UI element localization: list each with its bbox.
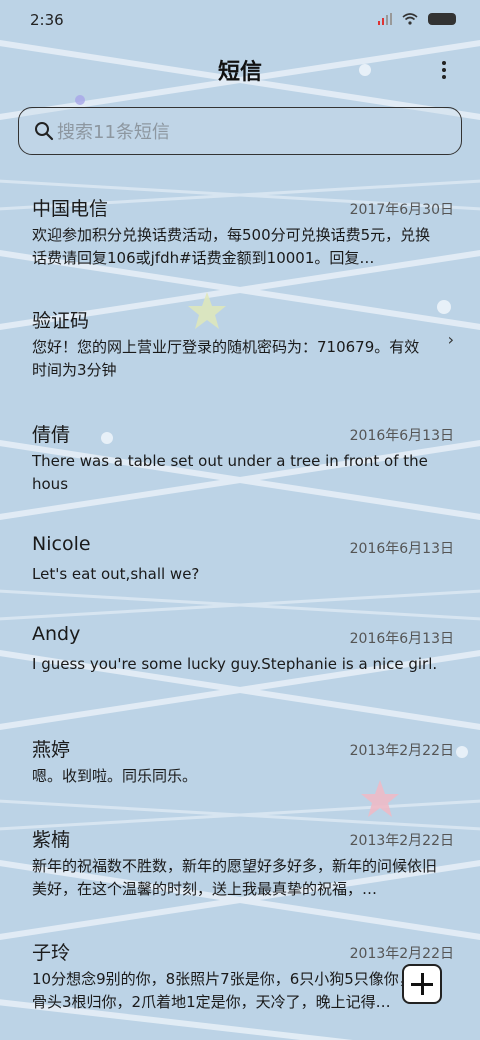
message-date: 2016年6月13日 [349, 631, 454, 647]
new-message-button[interactable] [402, 964, 442, 1004]
message-date: 2013年2月22日 [349, 833, 454, 849]
search-icon [35, 122, 54, 141]
status-bar: 2:36 [0, 0, 480, 40]
sender-name: Nicole [32, 533, 91, 555]
message-preview: 嗯。收到啦。同乐同乐。 [32, 767, 198, 785]
message-preview: 欢迎参加积分兑换话费活动，每500分可兑换话费5元，兑换话费请回复106或jfd… [32, 226, 431, 267]
signal-icon [378, 13, 392, 25]
message-preview: Let's eat out,shall we? [32, 565, 200, 583]
sender-name: 紫楠 [32, 829, 71, 851]
search-bar[interactable] [18, 107, 462, 155]
message-row[interactable]: 紫楠 2013年2月22日 新年的祝福数不胜数，新年的愿望好多好多，新年的问候依… [0, 811, 480, 921]
message-preview: There was a table set out under a tree i… [32, 452, 428, 493]
plus-icon-vertical [421, 973, 424, 995]
sender-name: 倩倩 [32, 424, 71, 446]
sender-name: 验证码 [32, 310, 90, 332]
message-row[interactable]: Nicole 2016年6月13日 Let's eat out,shall we… [0, 519, 480, 609]
wifi-icon [402, 13, 418, 25]
message-row[interactable]: 中国电信 2017年6月30日 欢迎参加积分兑换话费活动，每500分可兑换话费5… [0, 180, 480, 290]
message-preview: 新年的祝福数不胜数，新年的愿望好多好多，新年的问候依旧美好，在这个温馨的时刻，送… [32, 857, 438, 898]
message-preview: I guess you're some lucky guy.Stephanie … [32, 655, 438, 673]
message-row[interactable]: 倩倩 2016年6月13日 There was a table set out … [0, 406, 480, 516]
more-options-icon[interactable] [438, 58, 450, 82]
status-time: 2:36 [30, 11, 64, 29]
message-row[interactable]: 燕婷 2013年2月22日 嗯。收到啦。同乐同乐。 [0, 721, 480, 811]
chevron-right-icon: › [447, 330, 454, 349]
title-bar: 短信 [0, 50, 480, 90]
sender-name: Andy [32, 623, 81, 645]
battery-icon [428, 13, 456, 25]
message-row[interactable]: 验证码 您好！您的网上营业厅登录的随机密码为：710679。有效时间为3分钟 › [0, 292, 480, 402]
message-preview: 您好！您的网上营业厅登录的随机密码为：710679。有效时间为3分钟 [32, 338, 420, 379]
page-title: 短信 [217, 60, 262, 85]
message-date: 2016年6月13日 [349, 428, 454, 444]
sender-name: 燕婷 [32, 739, 71, 761]
message-row[interactable]: Andy 2016年6月13日 I guess you're some luck… [0, 609, 480, 719]
message-date: 2017年6月30日 [349, 202, 454, 218]
search-input[interactable] [55, 117, 439, 147]
sender-name: 子玲 [32, 942, 71, 964]
message-preview: 10分想念9别的你，8张照片7张是你，6只小狗5只像你，4根骨头3根归你，2爪着… [32, 970, 439, 1011]
message-date: 2016年6月13日 [349, 541, 454, 557]
message-date: 2013年2月22日 [349, 946, 454, 962]
status-icons [378, 13, 456, 25]
message-date: 2013年2月22日 [349, 743, 454, 759]
sender-name: 中国电信 [32, 198, 109, 220]
